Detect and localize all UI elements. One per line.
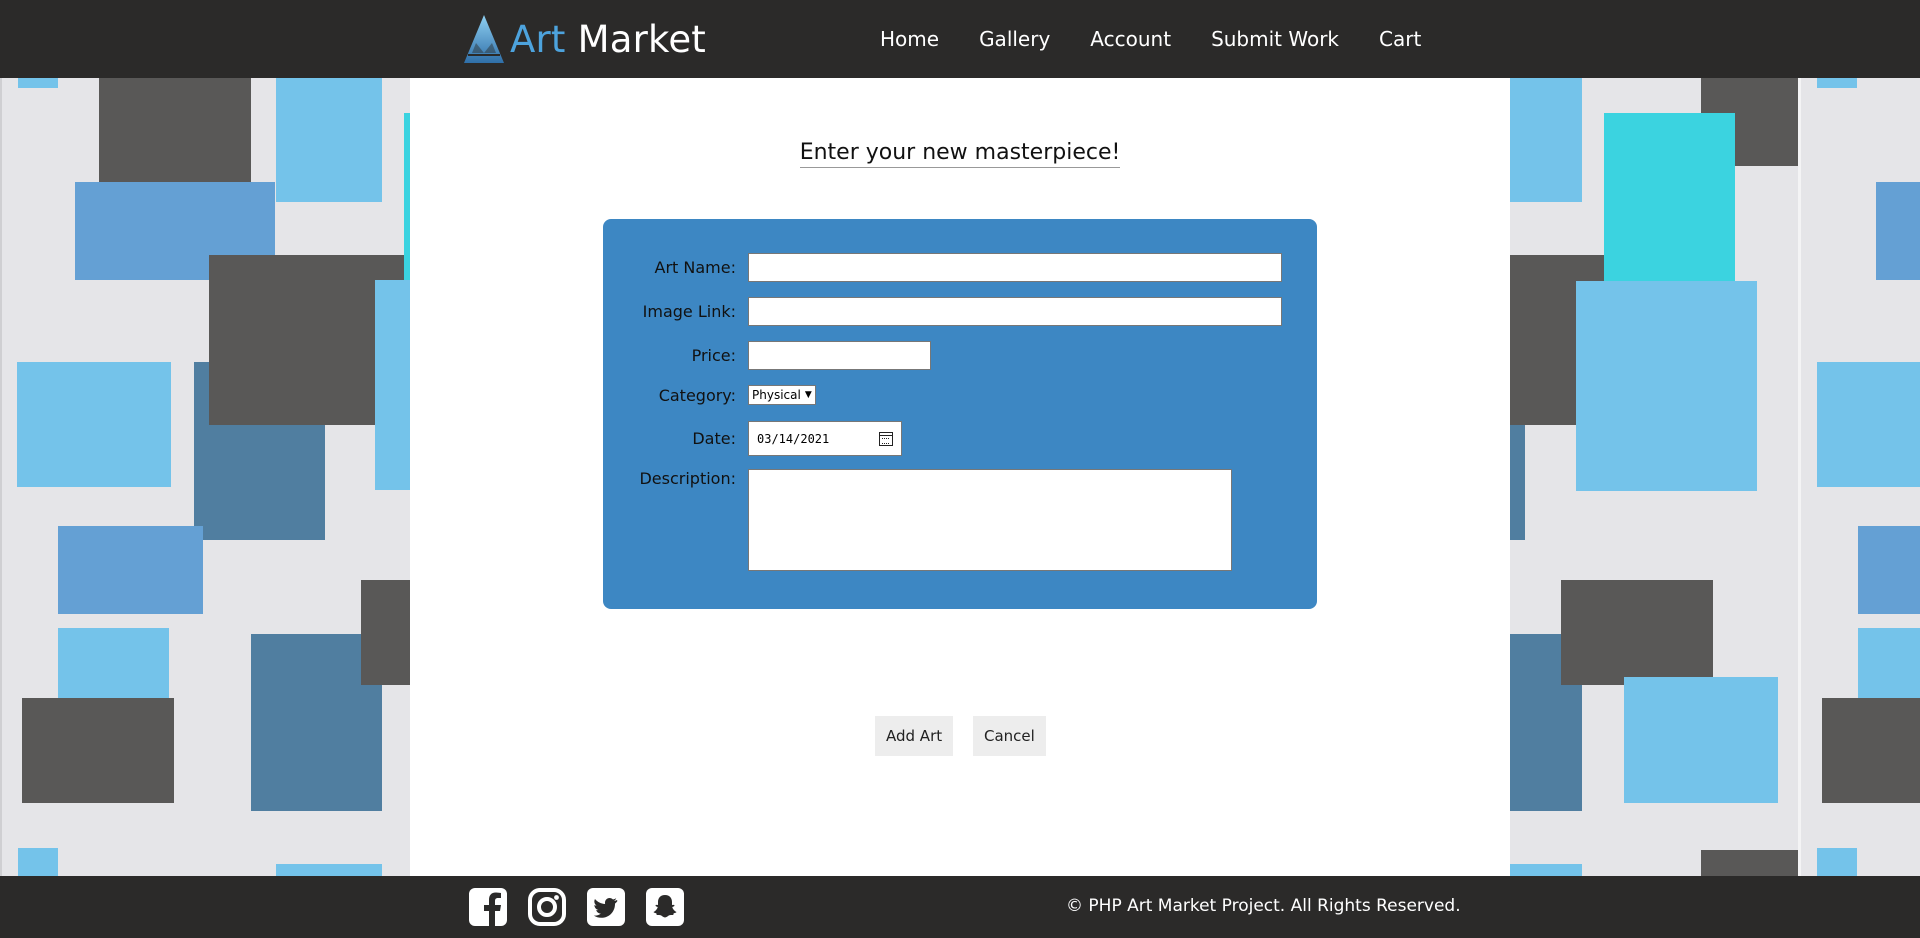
category-row: Category: Physical ▼ — [603, 385, 816, 405]
bg-tile — [1561, 580, 1713, 685]
bg-tile — [1817, 362, 1920, 487]
bg-tile — [22, 698, 174, 803]
date-value: 03/14/2021 — [757, 431, 830, 446]
social-links — [468, 887, 704, 927]
logo[interactable]: Art Market — [462, 12, 706, 66]
brand-name-main: Market — [577, 17, 706, 61]
bg-tile — [1858, 628, 1920, 698]
bg-tile — [99, 78, 251, 184]
date-input[interactable]: 03/14/2021 — [748, 421, 902, 456]
main-nav: Home Gallery Account Submit Work Cart — [880, 0, 1421, 78]
price-row: Price: — [603, 341, 931, 370]
date-row: Date: 03/14/2021 — [603, 421, 902, 456]
nav-cart[interactable]: Cart — [1379, 27, 1421, 51]
bg-tile — [1624, 677, 1778, 803]
image-link-input[interactable] — [748, 297, 1282, 326]
submit-art-form: Art Name: Image Link: Price: Category: P… — [603, 219, 1317, 609]
image-link-label: Image Link: — [642, 302, 736, 321]
bg-tile — [18, 848, 58, 876]
calendar-icon[interactable] — [879, 431, 893, 446]
pyramid-logo-icon — [464, 15, 504, 63]
bg-divider — [0, 78, 2, 876]
nav-submit-work[interactable]: Submit Work — [1211, 27, 1339, 51]
category-select[interactable]: Physical ▼ — [748, 385, 816, 405]
bg-tile — [58, 628, 169, 698]
bg-tile — [1822, 698, 1920, 803]
description-label: Description: — [639, 469, 736, 488]
price-label: Price: — [691, 346, 736, 365]
bg-tile — [18, 78, 58, 88]
bg-tile — [209, 362, 375, 425]
page-title: Enter your new masterpiece! — [410, 140, 1510, 168]
nav-gallery[interactable]: Gallery — [979, 27, 1050, 51]
add-art-button[interactable]: Add Art — [875, 716, 954, 756]
twitter-icon[interactable] — [586, 887, 626, 927]
page-title-text: Enter your new masterpiece! — [799, 140, 1121, 168]
bg-tile — [1510, 78, 1582, 202]
main-content: Enter your new masterpiece! Art Name: Im… — [410, 78, 1510, 876]
bg-tile — [1817, 848, 1857, 876]
copyright-text: © PHP Art Market Project. All Rights Res… — [1066, 896, 1461, 916]
art-name-input[interactable] — [748, 253, 1282, 282]
price-input[interactable] — [748, 341, 931, 370]
facebook-icon[interactable] — [468, 887, 508, 927]
art-name-row: Art Name: — [603, 253, 1282, 282]
instagram-icon[interactable] — [527, 887, 567, 927]
category-label: Category: — [658, 385, 736, 405]
bg-tile — [1510, 864, 1582, 876]
category-selected-value: Physical — [752, 388, 801, 402]
nav-account[interactable]: Account — [1090, 27, 1171, 51]
brand-name: Art Market — [510, 18, 706, 61]
description-textarea[interactable] — [748, 469, 1232, 571]
site-footer: © PHP Art Market Project. All Rights Res… — [0, 876, 1920, 938]
bg-tile — [276, 78, 382, 202]
image-link-row: Image Link: — [603, 297, 1282, 326]
date-label: Date: — [692, 429, 736, 448]
snapchat-icon[interactable] — [645, 887, 685, 927]
bg-tile — [1604, 113, 1735, 283]
bg-tile — [1817, 78, 1857, 88]
bg-tile — [1858, 526, 1920, 614]
nav-home[interactable]: Home — [880, 27, 939, 51]
bg-tile — [276, 864, 382, 876]
description-row: Description: — [603, 469, 1232, 571]
bg-tile — [375, 280, 410, 490]
bg-tile — [1876, 182, 1920, 280]
bg-tile — [1576, 281, 1757, 491]
site-header: Art Market Home Gallery Account Submit W… — [0, 0, 1920, 78]
brand-name-accent: Art — [510, 17, 566, 61]
chevron-down-icon: ▼ — [804, 390, 812, 400]
bg-tile — [1510, 425, 1525, 540]
bg-divider — [1798, 78, 1801, 876]
bg-tile — [361, 580, 410, 685]
art-name-label: Art Name: — [654, 258, 736, 277]
bg-tile — [58, 526, 203, 614]
bg-tile — [17, 362, 171, 487]
bg-tile — [1701, 850, 1798, 876]
cancel-button[interactable]: Cancel — [973, 716, 1046, 756]
